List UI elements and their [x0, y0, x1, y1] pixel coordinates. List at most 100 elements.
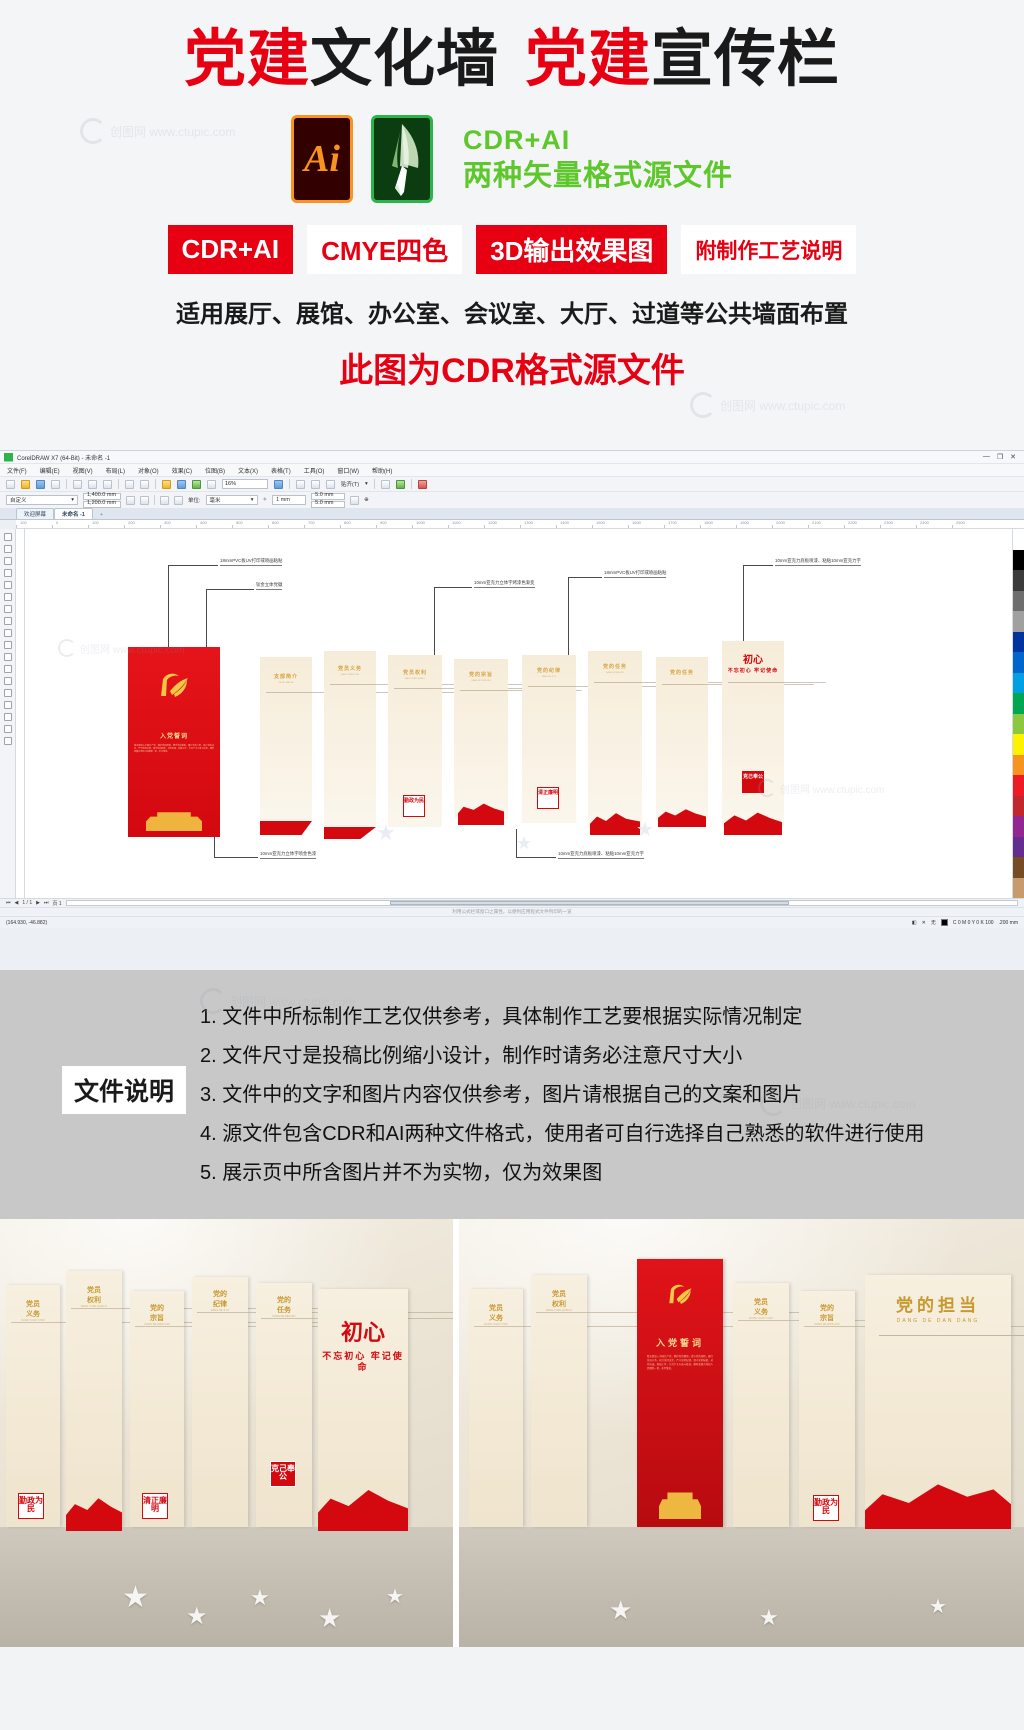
- property-bar[interactable]: 自定义 ▾ 1,400.0 mm 1,200.0 mm 单位: 毫米 ▾ ✧ 1 m…: [0, 492, 1024, 509]
- next-page-button[interactable]: ▶: [36, 900, 40, 906]
- palette-swatch[interactable]: [1013, 570, 1024, 591]
- polygon-tool[interactable]: [3, 629, 12, 637]
- minimize-icon[interactable]: —: [983, 453, 990, 461]
- palette-swatch[interactable]: [1013, 877, 1024, 898]
- units-select[interactable]: 毫米 ▾: [205, 495, 258, 505]
- horizontal-scrollbar[interactable]: [65, 900, 1018, 906]
- design-panel-party-task[interactable]: 党的任务 DANG DE REN WU ▬▬▬▬▬▬▬▬▬▬▬▬▬▬▬▬▬▬▬▬…: [588, 651, 797, 835]
- palette-swatch[interactable]: [1013, 795, 1024, 816]
- palette-swatch[interactable]: [1013, 775, 1024, 796]
- transparency-tool[interactable]: [3, 689, 12, 697]
- nudge-distance-input[interactable]: 1 mm: [272, 495, 307, 505]
- design-panel-oath[interactable]: 入党誓词 我志愿加入中国共产党，拥护党的纲领，遵守党的章程，履行党员义务，执行党…: [128, 647, 220, 837]
- duplicate-offset-x-input[interactable]: 5.0 mm: [311, 492, 346, 500]
- smart-drawing-tool[interactable]: [3, 737, 12, 745]
- menu-item-effects[interactable]: 效果(C): [172, 466, 192, 475]
- page-preset-select[interactable]: 自定义 ▾: [6, 495, 78, 505]
- show-guides-button[interactable]: [326, 479, 335, 489]
- menu-item-edit[interactable]: 编辑(E): [40, 466, 60, 475]
- window-controls[interactable]: — ❐ ✕: [983, 453, 1020, 461]
- smart-fill-tool[interactable]: [3, 593, 12, 601]
- palette-swatch[interactable]: [1013, 857, 1024, 878]
- palette-swatch[interactable]: [1013, 590, 1024, 611]
- text-tool[interactable]: [3, 641, 12, 649]
- publish-pdf-button[interactable]: [192, 479, 201, 489]
- freehand-tool[interactable]: [3, 581, 12, 589]
- interactive-fill-tool[interactable]: [3, 713, 12, 721]
- menu-item-window[interactable]: 窗口(W): [337, 466, 359, 475]
- menu-bar[interactable]: 文件(F) 编辑(E) 视图(V) 布局(L) 对象(O) 效果(C) 位图(B…: [0, 464, 1024, 477]
- undo-button[interactable]: [125, 479, 134, 489]
- show-grid-button[interactable]: [311, 479, 320, 489]
- menu-item-tools[interactable]: 工具(O): [304, 466, 325, 475]
- palette-swatch[interactable]: [1013, 549, 1024, 570]
- design-panel-final-slogan[interactable]: 初心 不忘初心 牢记使命 ▬▬▬▬▬▬▬▬▬▬▬▬▬▬▬▬▬▬▬▬▬▬▬▬▬▬▬…: [722, 641, 826, 835]
- color-styles-button[interactable]: [417, 479, 427, 489]
- tab-welcome-screen[interactable]: 欢迎屏幕: [16, 508, 55, 519]
- design-panel-party-discipline[interactable]: 党的纪律 DANG DE JI LU ▬▬▬▬▬▬▬▬▬▬▬▬▬▬▬▬▬▬▬▬▬…: [522, 655, 700, 823]
- menu-item-file[interactable]: 文件(F): [7, 466, 27, 475]
- new-tab-button[interactable]: +: [93, 511, 110, 519]
- page-tab-1[interactable]: 页 1: [52, 900, 61, 907]
- landscape-orientation-button[interactable]: [140, 495, 149, 505]
- scrollbar-thumb[interactable]: [389, 901, 789, 905]
- menu-item-text[interactable]: 文本(X): [238, 466, 258, 475]
- palette-swatch[interactable]: [1013, 631, 1024, 652]
- palette-swatch[interactable]: [1013, 754, 1024, 775]
- page-width-input[interactable]: 1,400.0 mm: [83, 492, 121, 500]
- paste-button[interactable]: [103, 479, 112, 489]
- palette-swatch[interactable]: [1013, 713, 1024, 734]
- fill-indicator[interactable]: ◧: [912, 920, 917, 926]
- parallel-dimension-tool[interactable]: [3, 653, 12, 661]
- redo-button[interactable]: [140, 479, 149, 489]
- cut-button[interactable]: [73, 479, 82, 489]
- tab-untitled-1[interactable]: 未命名 -1: [54, 508, 93, 519]
- add-page-icon[interactable]: ⊕: [364, 497, 369, 503]
- duplicate-offset-y-input[interactable]: 5.0 mm: [311, 500, 346, 508]
- portrait-orientation-button[interactable]: [126, 495, 135, 505]
- palette-swatch[interactable]: [1013, 816, 1024, 837]
- full-screen-preview-button[interactable]: [274, 479, 283, 489]
- design-panel-member-duty[interactable]: 党员义务 DANG YUAN YI WU ▬▬▬▬▬▬▬▬▬▬▬▬▬▬▬▬▬▬▬…: [324, 651, 566, 839]
- snap-to-dropdown[interactable]: 贴齐(T): [341, 480, 359, 488]
- page-navigator[interactable]: ⏮ ◀ 1 / 1 ▶ ⏭ 页 1: [0, 898, 1024, 907]
- chevron-down-icon[interactable]: ▾: [365, 481, 368, 487]
- palette-swatch[interactable]: [1013, 529, 1024, 550]
- mockup-image-right[interactable]: 党员 义务 DANG YUAN YI WU ▬▬▬▬▬▬▬▬▬▬▬▬▬▬▬▬▬▬…: [459, 1219, 1024, 1647]
- object-manager-button[interactable]: [395, 479, 405, 489]
- crop-tool[interactable]: [3, 557, 12, 565]
- color-eyedropper-tool[interactable]: [3, 701, 12, 709]
- straight-line-connector-tool[interactable]: [3, 665, 12, 673]
- design-panel-party-purpose[interactable]: 党的宗旨 DANG DE ZONG ZHI ▬▬▬▬▬▬▬▬▬▬▬▬▬▬▬▬▬▬…: [454, 659, 582, 825]
- menu-item-view[interactable]: 视图(V): [73, 466, 93, 475]
- application-launcher-button[interactable]: [207, 479, 216, 489]
- design-panel-member-rights[interactable]: 党员权利 DANG YUAN QUAN LI ▬▬▬▬▬▬▬▬▬▬▬▬▬▬▬▬▬…: [388, 655, 556, 827]
- current-page-button[interactable]: [174, 495, 183, 505]
- show-rulers-button[interactable]: [296, 479, 305, 489]
- pick-tool[interactable]: [3, 533, 12, 541]
- duplicate-offset-fields[interactable]: 5.0 mm 5.0 mm: [311, 492, 346, 508]
- palette-swatch[interactable]: [1013, 611, 1024, 632]
- menu-item-bitmap[interactable]: 位图(B): [205, 466, 225, 475]
- palette-swatch[interactable]: [1013, 734, 1024, 755]
- new-document-button[interactable]: [6, 479, 15, 489]
- last-page-button[interactable]: ⏭: [44, 900, 49, 906]
- palette-swatch[interactable]: [1013, 652, 1024, 673]
- mesh-fill-tool[interactable]: [3, 725, 12, 733]
- mockup-image-left[interactable]: 党员 义务 DANG YUAN YI WU ▬▬▬▬▬▬▬▬▬▬▬▬▬▬▬▬▬▬…: [0, 1219, 453, 1647]
- standard-toolbar[interactable]: 16% 贴齐(T) ▾: [0, 477, 1024, 492]
- toolbox[interactable]: [0, 529, 16, 898]
- import-button[interactable]: [162, 479, 171, 489]
- page-size-fields[interactable]: 1,400.0 mm 1,200.0 mm: [83, 492, 121, 508]
- design-panel-extra[interactable]: 党的任务 ▬▬▬▬▬▬▬▬▬▬▬▬▬▬▬▬▬▬▬▬▬▬▬▬▬▬▬▬▬▬▬▬▬▬▬…: [656, 657, 814, 827]
- document-tabs[interactable]: 欢迎屏幕 未命名 -1 +: [0, 508, 1024, 520]
- shape-tool[interactable]: [3, 545, 12, 553]
- rectangle-tool[interactable]: [3, 605, 12, 613]
- palette-swatch[interactable]: [1013, 836, 1024, 857]
- options-button[interactable]: [380, 479, 390, 489]
- menu-item-object[interactable]: 对象(O): [138, 466, 159, 475]
- zoom-level-input[interactable]: 16%: [222, 479, 268, 489]
- menu-item-layout[interactable]: 布局(L): [106, 466, 125, 475]
- zoom-tool[interactable]: [3, 569, 12, 577]
- outline-color-swatch[interactable]: [940, 919, 948, 926]
